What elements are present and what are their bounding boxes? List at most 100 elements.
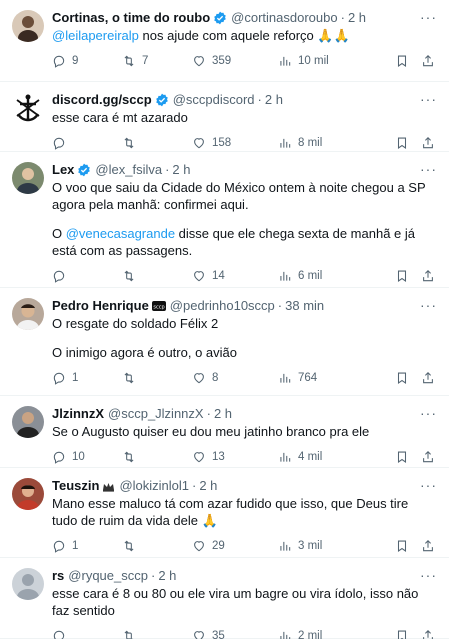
more-options-icon[interactable]: ··· [420,406,437,420]
views-button[interactable]: 8 mil [278,136,350,150]
timestamp[interactable]: 2 h [348,10,366,26]
retweet-button[interactable] [122,629,192,639]
like-button[interactable]: 35 [192,629,278,639]
author-handle[interactable]: @sccp_JlzinnzX [108,406,204,422]
author-handle[interactable]: @sccpdiscord [173,92,255,108]
author-name[interactable]: discord.gg/sccp [52,92,152,108]
more-options-icon[interactable]: ··· [420,298,437,312]
like-button[interactable]: 13 [192,450,278,464]
bookmark-button[interactable] [395,371,409,385]
reply-button[interactable] [52,136,122,150]
bookmark-button[interactable] [395,269,409,283]
bookmark-button[interactable] [395,539,409,553]
tweet[interactable]: Teuszin @lokizinlol1 · 2 h ··· Mano esse… [0,468,449,558]
more-options-icon[interactable]: ··· [420,162,437,176]
tweet[interactable]: Cortinas, o time do roubo @cortinasdorou… [0,0,449,82]
author-name[interactable]: Teuszin [52,478,99,494]
author-handle[interactable]: @lokizinlol1 [119,478,189,494]
like-button[interactable]: 158 [192,136,278,150]
crown-emoji-icon [102,481,115,492]
timestamp[interactable]: 2 h [158,568,176,584]
reply-button[interactable] [52,269,122,283]
like-button[interactable]: 8 [192,371,278,385]
author-handle[interactable]: @lex_fsilva [95,162,162,178]
reply-icon [53,630,65,639]
author-name[interactable]: Cortinas, o time do roubo [52,10,210,26]
author-name[interactable]: Lex [52,162,74,178]
more-options-icon[interactable]: ··· [420,568,437,582]
reply-button[interactable]: 9 [52,54,122,68]
view-count: 4 mil [298,451,323,463]
tweet[interactable]: Pedro Henrique sccp @pedrinho10sccp · 38… [0,288,449,396]
like-button[interactable]: 14 [192,269,278,283]
timestamp[interactable]: 2 h [265,92,283,108]
views-chart-icon [280,271,291,281]
tweet-actions: 10 13 4 mil [52,448,437,466]
author-name[interactable]: Pedro Henrique [52,298,149,314]
mention-link[interactable]: @leilapereiralp [52,28,139,43]
more-options-icon[interactable]: ··· [420,10,437,24]
author-handle[interactable]: @pedrinho10sccp [170,298,275,314]
bookmark-button[interactable] [395,136,409,150]
reply-icon [53,451,65,464]
timestamp[interactable]: 2 h [172,162,190,178]
timestamp[interactable]: 38 min [285,298,324,314]
retweet-button[interactable] [122,539,192,553]
more-options-icon[interactable]: ··· [420,92,437,106]
views-button[interactable]: 6 mil [278,269,350,283]
retweet-button[interactable] [122,269,192,283]
avatar[interactable] [12,162,44,194]
share-button[interactable] [421,539,435,553]
timestamp[interactable]: 2 h [199,478,217,494]
retweet-button[interactable] [122,371,192,385]
avatar[interactable] [12,298,44,330]
tweet[interactable]: Lex @lex_fsilva · 2 h ··· O voo que saiu… [0,152,449,288]
share-button[interactable] [421,269,435,283]
mention-link[interactable]: @venecasagrande [66,226,175,241]
like-count: 13 [212,451,225,463]
bookmark-icon [397,137,407,149]
share-button[interactable] [421,629,435,639]
author-name[interactable]: rs [52,568,64,584]
share-button[interactable] [421,450,435,464]
views-button[interactable]: 4 mil [278,450,350,464]
avatar[interactable] [12,10,44,42]
retweet-button[interactable]: 7 [122,54,192,68]
avatar[interactable] [12,406,44,438]
sccp-badge-text: sccp [153,304,164,310]
like-button[interactable]: 359 [192,54,278,68]
retweet-icon [124,630,134,639]
sccp-badge-icon: sccp [151,301,166,311]
retweet-button[interactable] [122,136,192,150]
reply-button[interactable]: 1 [52,371,122,385]
retweet-button[interactable] [122,450,192,464]
bookmark-icon [397,270,407,282]
timestamp[interactable]: 2 h [214,406,232,422]
tweet[interactable]: rs @ryque_sccp · 2 h ··· esse cara é 8 o… [0,558,449,639]
bookmark-button[interactable] [395,629,409,639]
more-options-icon[interactable]: ··· [420,478,437,492]
author-name[interactable]: JlzinnzX [52,406,104,422]
reply-button[interactable]: 1 [52,539,122,553]
author-handle[interactable]: @ryque_sccp [68,568,148,584]
author-handle[interactable]: @cortinasdoroubo [231,10,337,26]
views-button[interactable]: 2 mil [278,629,350,639]
bookmark-button[interactable] [395,54,409,68]
views-button[interactable]: 764 [278,371,350,385]
reply-button[interactable]: 10 [52,450,122,464]
avatar[interactable] [12,568,44,600]
share-button[interactable] [421,54,435,68]
reply-button[interactable] [52,629,122,639]
avatar[interactable] [12,478,44,510]
bookmark-button[interactable] [395,450,409,464]
share-button[interactable] [421,136,435,150]
like-button[interactable]: 29 [192,539,278,553]
tweet[interactable]: discord.gg/sccp @sccpdiscord · 2 h ··· e… [0,82,449,152]
views-button[interactable]: 10 mil [278,54,350,68]
share-button[interactable] [421,371,435,385]
views-button[interactable]: 3 mil [278,539,350,553]
views-chart-icon [280,138,291,148]
tweet[interactable]: JlzinnzX @sccp_JlzinnzX · 2 h ··· Se o A… [0,396,449,468]
avatar[interactable] [12,92,44,124]
separator-dot: · [150,568,156,583]
